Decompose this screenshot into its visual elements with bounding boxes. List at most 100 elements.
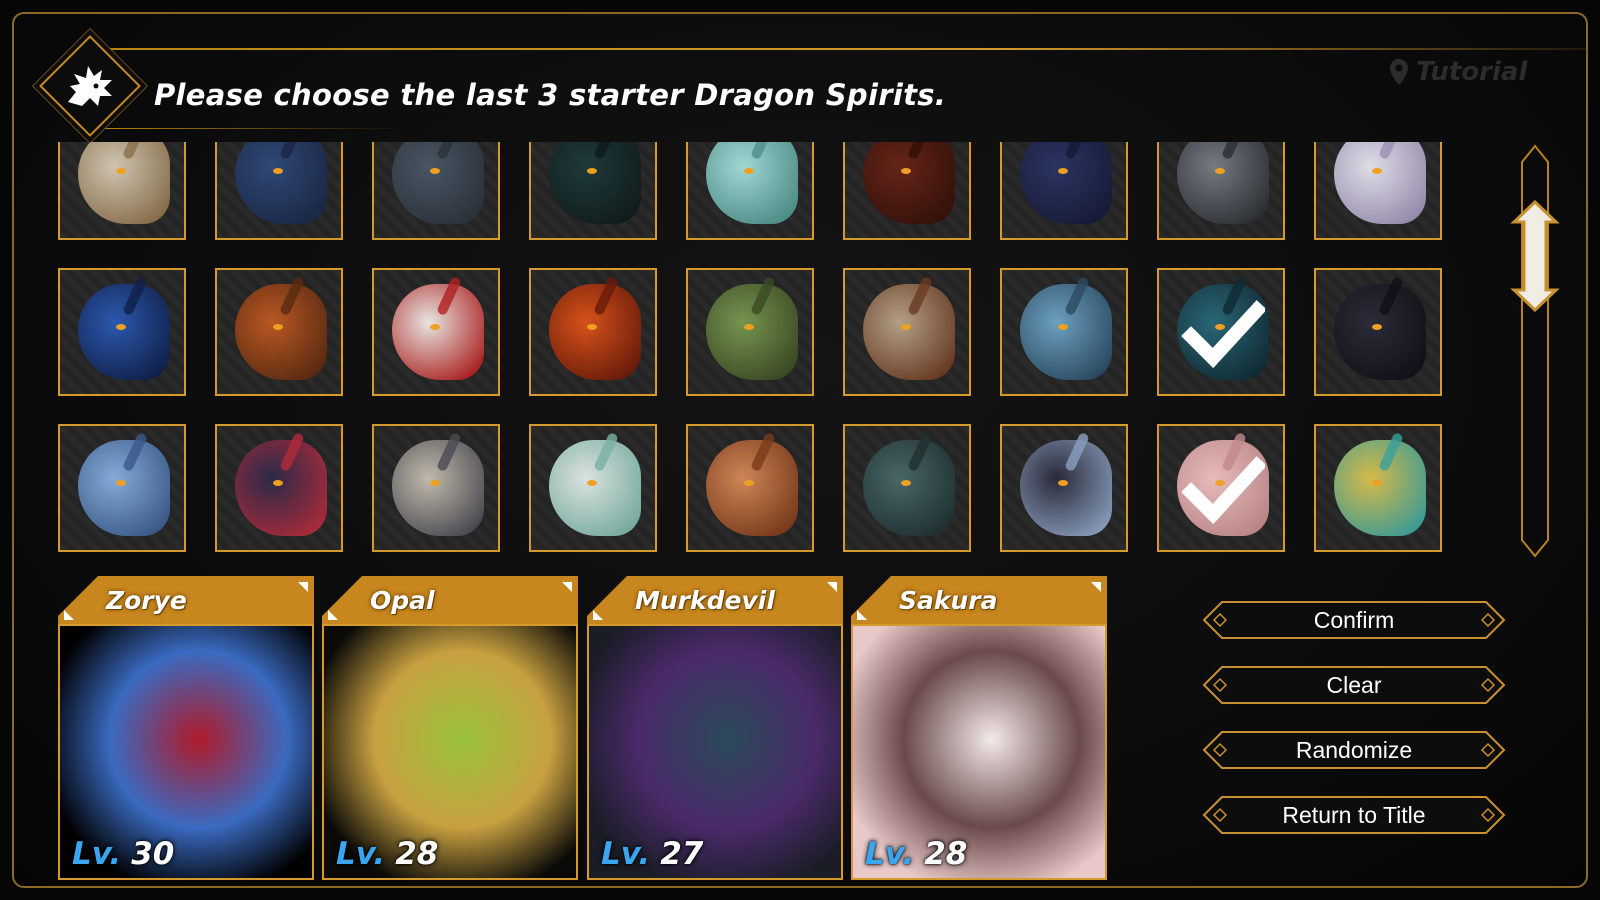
main-frame: Please choose the last 3 starter Dragon … [12,12,1588,888]
dragon-tile[interactable] [372,424,500,552]
dragon-tile[interactable] [372,142,500,240]
header-divider [104,48,1586,50]
dragon-eye [587,324,597,330]
dragon-portrait [374,270,498,394]
randomize-button[interactable]: Randomize [1194,728,1514,772]
return-to-title-label: Return to Title [1282,802,1426,828]
level-value: 30 [131,836,175,872]
dragon-tile[interactable] [1000,424,1128,552]
dragon-portrait [688,270,812,394]
level-value: 27 [660,836,704,872]
dragon-head [549,440,641,536]
dragon-portrait [1002,426,1126,550]
dragon-tile[interactable] [843,142,971,240]
selected-dragon-card[interactable]: Sakura Lv. 28 [851,574,1107,880]
dragon-tile[interactable] [1314,268,1442,396]
dragon-eye [430,168,440,174]
dragon-level: Lv. 27 [601,836,703,872]
page-title: Please choose the last 3 starter Dragon … [154,78,947,112]
dragon-portrait [531,270,655,394]
dragon-head [706,284,798,380]
dragon-tile[interactable] [529,142,657,240]
dragon-tile[interactable] [1314,424,1442,552]
dragon-tile[interactable] [529,268,657,396]
dragon-eye [1058,480,1068,486]
dragon-eye [1215,168,1225,174]
selected-dragon-card[interactable]: Murkdevil Lv. 27 [587,574,843,880]
level-label: Lv. [601,836,651,872]
level-value: 28 [395,836,439,872]
level-label: Lv. [336,836,386,872]
dragon-tile[interactable] [1157,424,1285,552]
dragon-tile[interactable] [843,268,971,396]
dragon-tile[interactable] [686,268,814,396]
dragon-portrait [688,426,812,550]
dragon-eye [273,168,283,174]
dragon-portrait [688,142,812,238]
dragon-portrait [1316,142,1440,238]
dragon-tile[interactable] [58,424,186,552]
dragon-tile[interactable] [686,142,814,240]
dragon-head [863,284,955,380]
dragon-portrait [217,142,341,238]
level-label: Lv. [865,836,915,872]
dragon-portrait [374,142,498,238]
dragon-portrait [1159,142,1283,238]
dragon-name: Zorye [106,586,187,615]
map-pin-icon [1390,59,1408,85]
dragon-portrait [531,426,655,550]
dragon-tile[interactable] [843,424,971,552]
dragon-portrait [531,142,655,238]
checkmark-icon [1181,456,1265,525]
dragon-portrait [374,426,498,550]
dragon-tile[interactable] [372,268,500,396]
tutorial-button[interactable]: Tutorial [1390,54,1586,90]
return-to-title-button[interactable]: Return to Title [1194,793,1514,837]
dragon-tile[interactable] [1314,142,1442,240]
dragon-portrait [1002,270,1126,394]
dragon-tile[interactable] [1000,268,1128,396]
dragon-tile[interactable] [215,424,343,552]
dragon-head [235,284,327,380]
dragon-portrait [1316,270,1440,394]
dragon-eye [1058,324,1068,330]
dragon-eye [901,168,911,174]
dragon-tile[interactable] [1000,142,1128,240]
dragon-tile[interactable] [215,142,343,240]
dragon-tile[interactable] [58,142,186,240]
dragon-tile[interactable] [1157,142,1285,240]
dragon-portrait [217,426,341,550]
dragon-tile[interactable] [215,268,343,396]
dragon-portrait: Lv. 28 [851,624,1107,880]
dragon-tile[interactable] [686,424,814,552]
dragon-eye [116,480,126,486]
confirm-button[interactable]: Confirm [1194,598,1514,642]
scrollbar-thumb[interactable] [1506,200,1564,312]
dragon-tile[interactable] [529,424,657,552]
dragon-portrait [1316,426,1440,550]
dragon-portrait [60,142,184,238]
dragon-name: Sakura [899,586,998,615]
dragon-grid [58,142,1458,554]
dragon-level: Lv. 30 [72,836,174,872]
checkmark-icon [1181,300,1265,369]
dragon-portrait [845,270,969,394]
dragon-head-icon [68,66,112,106]
dragon-head [1020,440,1112,536]
dragon-portrait [845,426,969,550]
dragon-eye [116,168,126,174]
dragon-level: Lv. 28 [865,836,967,872]
dragon-portrait [845,142,969,238]
dragon-tile[interactable] [1157,268,1285,396]
dragon-portrait: Lv. 30 [58,624,314,880]
dragon-eye [587,168,597,174]
dragon-head [706,440,798,536]
dragon-portrait [217,270,341,394]
dragon-tile[interactable] [58,268,186,396]
dragon-portrait [1002,142,1126,238]
dragon-eye [901,480,911,486]
clear-button[interactable]: Clear [1194,663,1514,707]
dragon-head [863,440,955,536]
selected-dragon-card[interactable]: Zorye Lv. 30 [58,574,314,880]
selected-dragon-card[interactable]: Opal Lv. 28 [322,574,578,880]
